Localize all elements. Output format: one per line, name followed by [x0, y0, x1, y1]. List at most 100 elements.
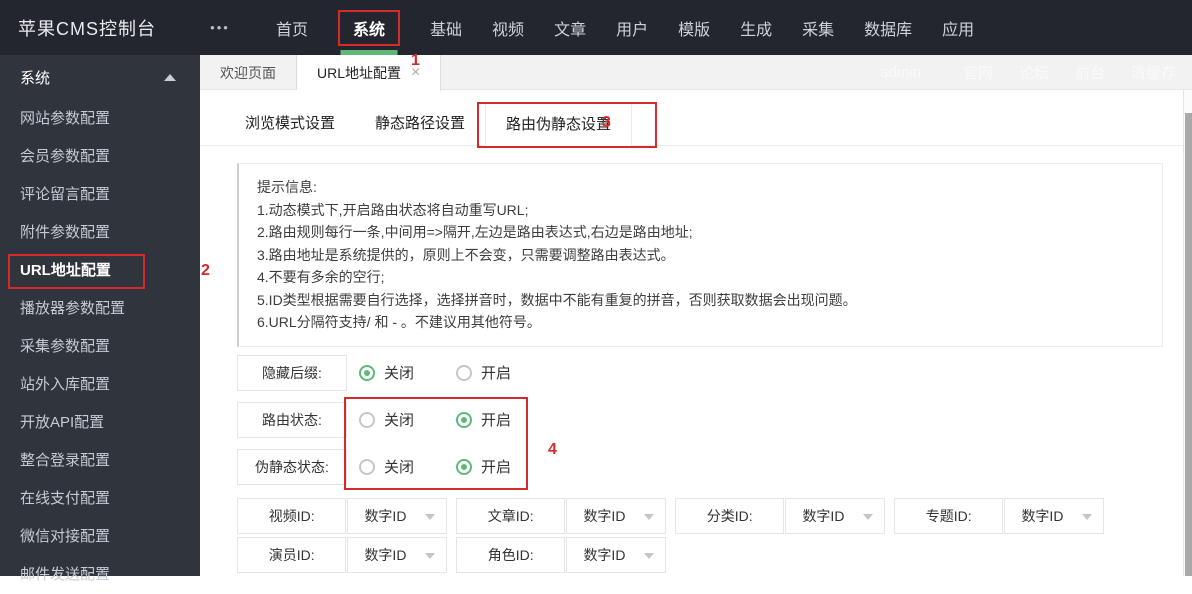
- user-menu[interactable]: admin: [880, 64, 937, 81]
- route-status-on-radio[interactable]: 开启: [456, 409, 511, 430]
- link-frontend[interactable]: 前台: [1075, 62, 1105, 83]
- route-status-off-radio[interactable]: 关闭: [359, 409, 414, 430]
- nav-item-basic[interactable]: 基础: [430, 0, 462, 55]
- sidebar-item-offsite[interactable]: 站外入库配置: [0, 366, 200, 404]
- subtab-route-rewrite[interactable]: 路由伪静态设置: [477, 102, 658, 148]
- topic-id-label: 专题ID:: [894, 497, 1004, 534]
- rewrite-status-radio-group: 关闭 开启: [359, 449, 553, 485]
- category-id-select[interactable]: 数字ID: [785, 497, 885, 534]
- category-id-group: 分类ID: 数字ID: [675, 497, 885, 534]
- nav-item-home[interactable]: 首页: [276, 0, 308, 55]
- chevron-down-icon: [425, 552, 435, 559]
- sidebar-item-wechat[interactable]: 微信对接配置: [0, 518, 200, 556]
- id-type-settings: 视频ID: 数字ID 文章ID: 数字ID 分类ID: 数字ID 专题ID: 数…: [237, 497, 1183, 573]
- chevron-down-icon: [425, 513, 435, 520]
- sidebar-item-collect-params[interactable]: 采集参数配置: [0, 328, 200, 366]
- chevron-down-icon: [926, 71, 937, 77]
- radio-unchecked-icon: [359, 458, 375, 475]
- notice-line: 3.路由地址是系统提供的，原则上不会变，只需要调整路由表达式。: [257, 246, 675, 263]
- actor-id-group: 演员ID: 数字ID: [237, 536, 447, 573]
- radio-unchecked-icon: [456, 364, 473, 381]
- annotation-box-system: 系统: [338, 9, 401, 46]
- hide-suffix-on-radio[interactable]: 开启: [456, 362, 511, 383]
- radio-checked-icon: [456, 411, 473, 428]
- article-id-label: 文章ID:: [456, 497, 566, 534]
- sidebar-item-member-params[interactable]: 会员参数配置: [0, 138, 200, 176]
- row-rewrite-status: 伪静态状态: 关闭 开启: [237, 448, 1183, 485]
- row-hide-suffix: 隐藏后缀: 关闭 开启: [237, 354, 1183, 391]
- sidebar-item-attachment[interactable]: 附件参数配置: [0, 214, 200, 252]
- sidebar-item-comment[interactable]: 评论留言配置: [0, 176, 200, 214]
- role-id-select[interactable]: 数字ID: [566, 536, 666, 573]
- radio-unchecked-icon: [359, 411, 375, 428]
- rewrite-status-on-radio[interactable]: 开启: [456, 456, 511, 477]
- rewrite-status-label: 伪静态状态:: [237, 448, 347, 485]
- actor-id-select[interactable]: 数字ID: [347, 536, 447, 573]
- sidebar-item-site-params[interactable]: 网站参数配置: [0, 100, 200, 138]
- scrollbar-thumb[interactable]: [1185, 113, 1192, 576]
- nav-item-user[interactable]: 用户: [616, 0, 648, 55]
- sidebar-item-mail[interactable]: 邮件发送配置: [0, 556, 200, 594]
- route-status-label: 路由状态:: [237, 401, 347, 438]
- nav-item-system[interactable]: 系统: [338, 0, 401, 55]
- radio-checked-icon: [359, 364, 375, 381]
- notice-box: 提示信息: 1.动态模式下,开启路由状态将自动重写URL; 2.路由规则每行一条…: [237, 163, 1163, 347]
- link-official-site[interactable]: 官网: [963, 62, 993, 83]
- sidebar-item-url-config[interactable]: URL地址配置: [0, 252, 200, 290]
- nav-item-database[interactable]: 数据库: [864, 0, 912, 55]
- sidebar-item-player[interactable]: 播放器参数配置: [0, 290, 200, 328]
- video-id-group: 视频ID: 数字ID: [237, 497, 447, 534]
- rewrite-status-off-radio[interactable]: 关闭: [359, 456, 414, 477]
- category-id-label: 分类ID:: [675, 497, 785, 534]
- sidebar-item-login[interactable]: 整合登录配置: [0, 442, 200, 480]
- nav-item-app[interactable]: 应用: [942, 0, 974, 55]
- top-header: 苹果CMS控制台 ••• 首页 系统 基础 视频 文章 用户 模版 生成 采集 …: [0, 0, 1192, 55]
- nav-item-collect[interactable]: 采集: [802, 0, 834, 55]
- route-status-radio-group: 关闭 开启: [359, 402, 553, 438]
- notice-line: 6.URL分隔符支持/ 和 - 。不建议用其他符号。: [257, 314, 541, 330]
- sidebar-item-open-api[interactable]: 开放API配置: [0, 404, 200, 442]
- top-nav: 首页 系统 基础 视频 文章 用户 模版 生成 采集 数据库 应用: [276, 0, 1004, 55]
- main-content: 浏览模式设置 静态路径设置 路由伪静态设置 提示信息: 1.动态模式下,开启路由…: [200, 90, 1183, 576]
- sidebar-item-payment[interactable]: 在线支付配置: [0, 480, 200, 518]
- more-icon[interactable]: •••: [200, 20, 240, 35]
- subtab-browse-mode[interactable]: 浏览模式设置: [225, 103, 355, 145]
- nav-item-article[interactable]: 文章: [554, 0, 586, 55]
- notice-line: 5.ID类型根据需要自行选择，选择拼音时，数据中不能有重复的拼音，否则获取数据会…: [257, 291, 857, 308]
- tab-bar: 欢迎页面 URL地址配置 × admin 官网 论坛 前台 清缓存: [200, 55, 1192, 91]
- video-id-select[interactable]: 数字ID: [347, 497, 447, 534]
- role-id-label: 角色ID:: [456, 536, 566, 573]
- sidebar: 系统 网站参数配置 会员参数配置 评论留言配置 附件参数配置 URL地址配置 播…: [0, 55, 200, 583]
- article-id-select[interactable]: 数字ID: [566, 497, 666, 534]
- sub-tabs: 浏览模式设置 静态路径设置 路由伪静态设置: [200, 102, 1183, 148]
- link-clear-cache[interactable]: 清缓存: [1131, 62, 1176, 83]
- notice-line: 1.动态模式下,开启路由状态将自动重写URL;: [257, 201, 529, 218]
- subtab-static-path[interactable]: 静态路径设置: [355, 103, 485, 145]
- notice-title: 提示信息:: [257, 179, 317, 195]
- sidebar-group-system[interactable]: 系统: [0, 55, 200, 100]
- nav-item-video[interactable]: 视频: [492, 0, 524, 55]
- chevron-down-icon: [863, 513, 873, 520]
- vertical-scrollbar: [1183, 90, 1192, 576]
- nav-item-template[interactable]: 模版: [678, 0, 710, 55]
- sidebar-menu: 网站参数配置 会员参数配置 评论留言配置 附件参数配置 URL地址配置 播放器参…: [0, 100, 200, 594]
- collapse-caret-icon: [164, 74, 176, 81]
- app-logo: 苹果CMS控制台: [18, 18, 156, 39]
- tab-welcome[interactable]: 欢迎页面: [200, 55, 297, 90]
- notice-line: 4.不要有多余的空行;: [257, 269, 385, 285]
- chevron-down-icon: [644, 552, 654, 559]
- close-icon[interactable]: ×: [411, 65, 420, 81]
- chevron-down-icon: [644, 513, 654, 520]
- hide-suffix-label: 隐藏后缀:: [237, 354, 347, 391]
- notice-line: 2.路由规则每行一条,中间用=>隔开,左边是路由表达式,右边是路由地址;: [257, 224, 693, 240]
- nav-item-generate[interactable]: 生成: [740, 0, 772, 55]
- radio-settings: 隐藏后缀: 关闭 开启 路由状态: 关闭 开启 伪静态状态: 关闭 开启: [237, 354, 1183, 490]
- video-id-label: 视频ID:: [237, 497, 347, 534]
- actor-id-label: 演员ID:: [237, 536, 347, 573]
- link-forum[interactable]: 论坛: [1019, 62, 1049, 83]
- role-id-group: 角色ID: 数字ID: [456, 536, 666, 573]
- topic-id-select[interactable]: 数字ID: [1004, 497, 1104, 534]
- tab-url-config[interactable]: URL地址配置 ×: [297, 55, 442, 91]
- chevron-down-icon: [1082, 513, 1092, 520]
- hide-suffix-off-radio[interactable]: 关闭: [359, 362, 414, 383]
